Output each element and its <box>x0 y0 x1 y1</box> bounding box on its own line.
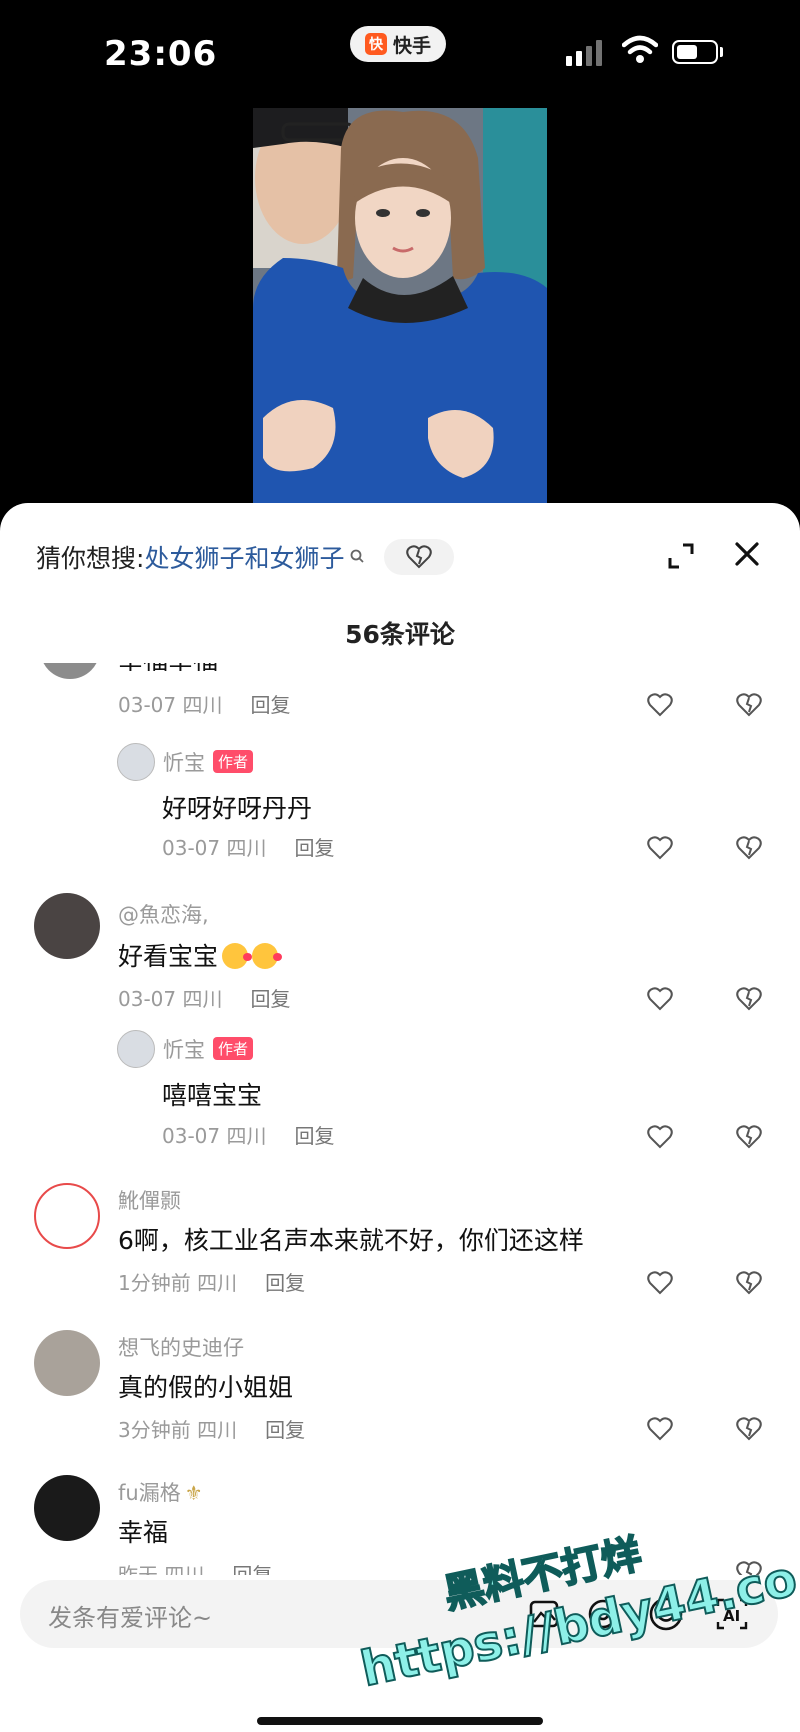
comment-time-location: 3分钟前 四川 <box>118 1418 238 1442</box>
avatar[interactable] <box>40 663 100 679</box>
heart-icon[interactable] <box>647 693 673 717</box>
wifi-icon <box>622 35 658 63</box>
kiss-emoji-icon <box>252 943 283 969</box>
comment-author[interactable]: 忻宝 作者 <box>163 747 254 777</box>
reply-button[interactable]: 回复 <box>232 1563 272 1575</box>
search-suggestion-term[interactable]: 处女狮子和女狮子 <box>144 539 344 575</box>
comment-author[interactable]: 忻宝 作者 <box>163 1034 254 1064</box>
comment-meta: 03-07 四川 回复 <box>162 1120 334 1149</box>
reply-button[interactable]: 回复 <box>294 836 334 860</box>
comment-count-title: 56条评论 <box>345 620 455 649</box>
comment-meta: 昨天 四川 回复 <box>118 1559 272 1575</box>
app-name: 快手 <box>392 34 431 57</box>
avatar[interactable] <box>34 893 100 959</box>
signal-icon <box>566 40 602 66</box>
comment-time-location: 03-07 四川 <box>118 987 223 1011</box>
comment-text: 幸福幸福 <box>118 663 268 671</box>
comment-text: 幸福 <box>118 1518 169 1547</box>
avatar[interactable] <box>34 1475 100 1541</box>
reply-button[interactable]: 回复 <box>250 987 290 1011</box>
comment-text: 好看宝宝 <box>118 937 283 973</box>
comment-text: 好呀好呀丹丹 <box>162 794 313 823</box>
comment-meta: 03-07 四川 回复 <box>118 983 290 1012</box>
comments-panel: 猜你想搜: 处女狮子和女狮子 56条评论 幸福幸福 03-07 四川回复 <box>0 503 800 1732</box>
heart-broken-icon[interactable] <box>736 836 762 860</box>
heart-broken-icon[interactable] <box>384 539 455 575</box>
comment-author[interactable]: 魤僤颢 <box>118 1185 181 1215</box>
heart-icon[interactable] <box>647 836 673 860</box>
comment-item: fu漏格 ⚜ 幸福 昨天 四川 回复 <box>0 1475 800 1575</box>
comment-time-location: 03-07 四川 <box>118 693 223 717</box>
comment-meta: 03-07 四川 回复 <box>118 689 290 718</box>
comment-item: @魚恋海, 好看宝宝 03-07 四川 回复 <box>0 893 800 1023</box>
search-small-icon <box>350 548 365 567</box>
home-indicator[interactable] <box>257 1717 543 1725</box>
battery-icon <box>672 40 718 64</box>
reply-item: 忻宝 作者 嘻嘻宝宝 03-07 四川 回复 <box>0 1030 800 1170</box>
status-time: 23:06 <box>104 34 218 74</box>
comment-input[interactable]: 发条有爱评论~ <box>48 1598 212 1633</box>
comment-text: 6啊，核工业名声本来就不好，你们还这样 <box>118 1226 584 1255</box>
expand-icon[interactable] <box>668 543 694 569</box>
heart-broken-icon[interactable] <box>736 1417 762 1441</box>
heart-broken-icon[interactable] <box>736 987 762 1011</box>
comment-text: 真的假的小姐姐 <box>118 1373 294 1402</box>
comment-author[interactable]: @魚恋海, <box>118 899 209 929</box>
fleur-de-lis-icon: ⚜ <box>184 1481 203 1505</box>
video-thumbnail[interactable] <box>253 108 547 508</box>
status-bar: 23:06 快 快手 <box>0 0 800 100</box>
comment-meta: 3分钟前 四川 回复 <box>118 1414 305 1443</box>
reply-button[interactable]: 回复 <box>294 1124 334 1148</box>
reply-item: 忻宝 作者 好呀好呀丹丹 03-07 四川 回复 <box>0 743 800 883</box>
heart-icon[interactable] <box>647 1417 673 1441</box>
comment-meta: 03-07 四川 回复 <box>162 832 334 861</box>
comment-text-partial: 幸福幸福 <box>118 663 268 671</box>
avatar[interactable] <box>34 1183 100 1249</box>
search-suggestion[interactable]: 猜你想搜: 处女狮子和女狮子 <box>36 539 455 575</box>
comment-list[interactable]: 幸福幸福 03-07 四川回复 忻宝作者 好呀好呀丹丹 03-07 四川回复 @… <box>0 663 800 1575</box>
comment-time-location: 03-07 四川 <box>162 1124 267 1148</box>
avatar[interactable] <box>117 743 155 781</box>
comment-author[interactable]: fu漏格 ⚜ <box>118 1477 203 1507</box>
comment-time-location: 昨天 四川 <box>118 1563 205 1575</box>
author-badge: 作者 <box>213 1037 254 1060</box>
search-suggestion-prefix: 猜你想搜: <box>36 544 145 573</box>
kiss-emoji-icon <box>222 943 253 969</box>
heart-broken-icon[interactable] <box>736 1271 762 1295</box>
heart-broken-icon[interactable] <box>736 693 762 717</box>
comment-meta: 1分钟前 四川 回复 <box>118 1267 305 1296</box>
heart-broken-icon[interactable] <box>736 1125 762 1149</box>
comment-item: 魤僤颢 6啊，核工业名声本来就不好，你们还这样 1分钟前 四川 回复 <box>0 1183 800 1313</box>
comment-time-location: 03-07 四川 <box>162 836 267 860</box>
comment-time-location: 1分钟前 四川 <box>118 1271 238 1295</box>
app-logo-icon: 快 <box>364 33 387 55</box>
author-badge: 作者 <box>213 750 254 773</box>
heart-icon[interactable] <box>647 987 673 1011</box>
video-frame-image <box>253 108 547 508</box>
reply-button[interactable]: 回复 <box>265 1418 305 1442</box>
comment-item: 想飞的史迪仔 真的假的小姐姐 3分钟前 四川 回复 <box>0 1330 800 1460</box>
close-icon[interactable] <box>734 541 760 567</box>
battery-tip <box>720 47 723 57</box>
reply-button[interactable]: 回复 <box>250 693 290 717</box>
heart-icon[interactable] <box>647 1271 673 1295</box>
avatar[interactable] <box>117 1030 155 1068</box>
reply-button[interactable]: 回复 <box>265 1271 305 1295</box>
avatar[interactable] <box>34 1330 100 1396</box>
app-indicator[interactable]: 快 快手 <box>350 26 446 62</box>
comment-text: 嘻嘻宝宝 <box>162 1081 263 1110</box>
heart-icon[interactable] <box>647 1125 673 1149</box>
comment-author[interactable]: 想飞的史迪仔 <box>118 1332 244 1362</box>
